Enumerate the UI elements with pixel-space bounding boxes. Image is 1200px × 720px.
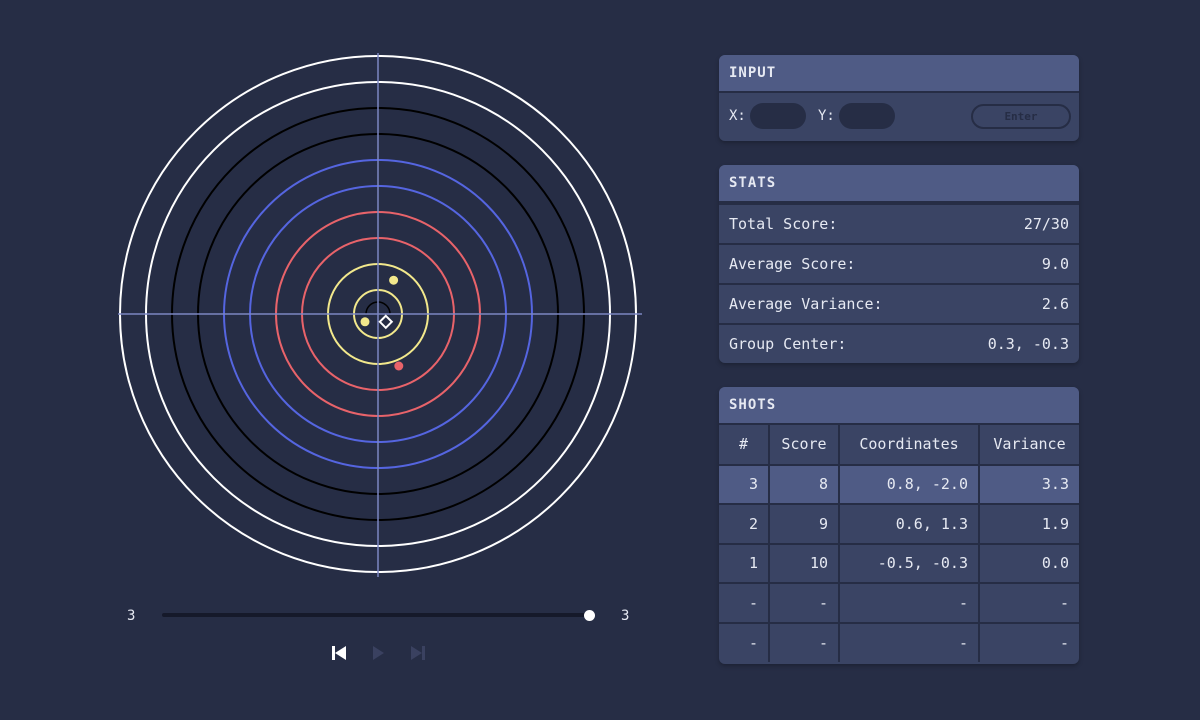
- shot-marker-3[interactable]: [394, 361, 404, 371]
- stat-row-total-score: Total Score: 27/30: [719, 203, 1079, 243]
- shot-index: -: [719, 583, 770, 624]
- shot-coordinates: 0.6, 1.3: [839, 504, 980, 545]
- shot-variance: -: [979, 583, 1079, 624]
- shot-index: 1: [719, 543, 770, 584]
- playback-slider-track[interactable]: [162, 613, 590, 617]
- input-panel-title: INPUT: [719, 55, 1079, 93]
- stats-panel: STATS Total Score: 27/30 Average Score: …: [719, 165, 1079, 363]
- shots-panel-title: SHOTS: [719, 387, 1079, 425]
- stat-row-group-center: Group Center: 0.3, -0.3: [719, 323, 1079, 363]
- skip-back-icon: [332, 646, 346, 660]
- shots-table-header: # Score Coordinates Variance: [719, 425, 1079, 466]
- target-area[interactable]: [110, 45, 650, 585]
- shot-variance: -: [1059, 633, 1069, 652]
- target-svg[interactable]: [110, 45, 650, 585]
- shot-coordinates: 0.8, -2.0: [839, 464, 980, 505]
- shot-index: 2: [719, 504, 770, 545]
- shot-marker-2[interactable]: [389, 275, 399, 285]
- table-row[interactable]: - - - -: [719, 622, 1079, 662]
- stat-label: Average Score:: [729, 255, 856, 273]
- table-row[interactable]: - - - -: [719, 583, 1079, 624]
- x-input[interactable]: [750, 103, 806, 129]
- shot-coordinates: -: [839, 622, 980, 662]
- column-header-coordinates: Coordinates: [839, 425, 980, 466]
- column-header-score: Score: [769, 425, 840, 466]
- playback-controls: [325, 640, 435, 666]
- shot-index: 3: [719, 464, 770, 505]
- stat-row-average-variance: Average Variance: 2.6: [719, 283, 1079, 323]
- shot-coordinates: -: [839, 583, 980, 624]
- table-row[interactable]: 3 8 0.8, -2.0 3.3: [719, 464, 1079, 505]
- playback-slider-row: 3 3: [110, 600, 650, 632]
- shot-score: -: [769, 583, 840, 624]
- shot-variance: 1.9: [979, 504, 1079, 545]
- stat-label: Total Score:: [729, 215, 838, 233]
- stat-label: Group Center:: [729, 335, 847, 353]
- skip-back-button[interactable]: [326, 640, 352, 666]
- enter-button[interactable]: Enter: [971, 104, 1071, 129]
- shot-marker-1[interactable]: [360, 317, 370, 327]
- play-button[interactable]: [365, 640, 391, 666]
- shot-score: -: [769, 622, 840, 662]
- x-label: X:: [729, 108, 746, 124]
- stat-value: 0.3, -0.3: [987, 335, 1069, 353]
- stat-label: Average Variance:: [729, 295, 883, 313]
- y-input[interactable]: [839, 103, 895, 129]
- stat-value: 2.6: [1041, 295, 1069, 313]
- shot-score: 10: [769, 543, 840, 584]
- shots-panel: SHOTS # Score Coordinates Variance 3 8 0…: [719, 387, 1079, 664]
- input-row: X: Y: Enter: [719, 93, 1079, 139]
- shot-coordinates: -0.5, -0.3: [839, 543, 980, 584]
- playback-slider-thumb[interactable]: [584, 610, 595, 621]
- column-header-variance: Variance: [979, 425, 1079, 466]
- slider-min-label: 3: [127, 608, 136, 624]
- y-label: Y:: [818, 108, 835, 124]
- shot-index: -: [719, 622, 770, 662]
- stat-value: 9.0: [1041, 255, 1069, 273]
- skip-forward-icon: [411, 646, 425, 660]
- play-icon: [373, 646, 384, 660]
- stat-row-average-score: Average Score: 9.0: [719, 243, 1079, 283]
- shots-table: # Score Coordinates Variance 3 8 0.8, -2…: [719, 425, 1079, 662]
- shot-score: 8: [769, 464, 840, 505]
- input-panel: INPUT X: Y: Enter: [719, 55, 1079, 141]
- skip-forward-button[interactable]: [405, 640, 431, 666]
- shot-variance: 0.0: [979, 543, 1079, 584]
- slider-max-label: 3: [621, 608, 630, 624]
- table-row[interactable]: 2 9 0.6, 1.3 1.9: [719, 504, 1079, 545]
- shot-score: 9: [769, 504, 840, 545]
- stats-panel-title: STATS: [719, 165, 1079, 203]
- column-header-index: #: [719, 425, 770, 466]
- table-row[interactable]: 1 10 -0.5, -0.3 0.0: [719, 543, 1079, 584]
- shot-variance: 3.3: [979, 464, 1079, 505]
- stat-value: 27/30: [1023, 215, 1069, 233]
